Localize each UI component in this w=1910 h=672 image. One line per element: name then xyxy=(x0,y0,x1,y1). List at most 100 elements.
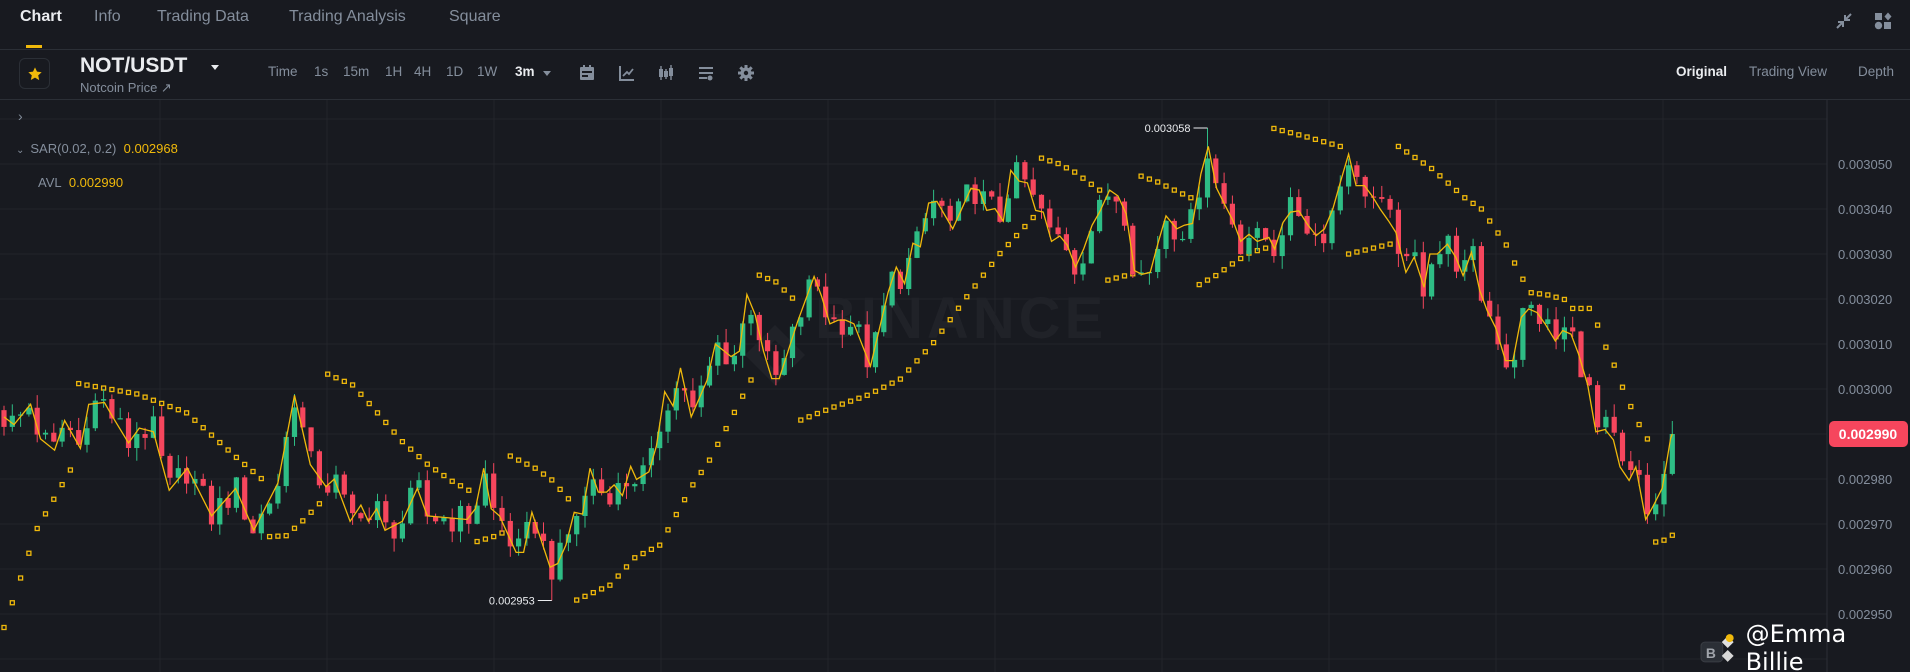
sar-dot xyxy=(980,272,987,278)
sar-dot xyxy=(1013,232,1020,239)
sar-dot xyxy=(1470,200,1476,207)
sar-legend[interactable]: ⌄ SAR(0.02, 0.2) 0.002968 xyxy=(16,141,178,156)
sar-dot xyxy=(167,403,173,410)
sar-dot xyxy=(1570,305,1576,312)
indicator-chart-icon[interactable] xyxy=(618,64,636,82)
candle-down xyxy=(358,513,364,519)
sar-dot xyxy=(831,404,837,410)
sar-dot xyxy=(308,509,314,515)
candle-down xyxy=(208,485,215,525)
candle-down xyxy=(167,455,173,478)
candle-down xyxy=(1387,198,1393,210)
candle-down xyxy=(1453,235,1460,272)
expand-legend-chevron-icon[interactable]: › xyxy=(18,108,23,124)
sar-dot xyxy=(1030,214,1036,221)
candlestick-chart[interactable]: BINANCE 0.003058 0.002953 0.003050 0.00304… xyxy=(0,100,1910,672)
sar-dot xyxy=(383,419,389,426)
candle-down xyxy=(1072,250,1078,275)
sar-dot xyxy=(9,600,15,606)
candle-down xyxy=(947,205,953,221)
sar-dot xyxy=(416,453,422,460)
candle-up xyxy=(731,355,737,365)
candle-down xyxy=(51,432,57,442)
sar-dot xyxy=(1096,187,1103,193)
sar-dot xyxy=(1536,291,1543,297)
tab-trading-analysis[interactable]: Trading Analysis xyxy=(289,8,406,26)
coin-price-link[interactable]: Notcoin Price ↗ xyxy=(80,80,172,96)
view-trading-view[interactable]: Trading View xyxy=(1749,64,1827,79)
interval-3m-dropdown[interactable]: 3m xyxy=(515,64,535,79)
tab-trading-data[interactable]: Trading Data xyxy=(157,8,249,26)
calendar-icon[interactable] xyxy=(578,64,596,82)
interval-1h[interactable]: 1H xyxy=(385,64,402,79)
sar-indicator-dots xyxy=(1,125,1675,631)
avl-legend[interactable]: AVL 0.002990 xyxy=(38,175,123,190)
candle-up xyxy=(84,428,90,445)
candlestick-type-icon[interactable] xyxy=(657,64,675,82)
sar-dot xyxy=(84,382,90,388)
display-settings-icon[interactable] xyxy=(697,64,715,82)
candle-up xyxy=(1346,165,1352,187)
layout-widgets-icon[interactable] xyxy=(1873,11,1893,31)
interval-time[interactable]: Time xyxy=(268,64,298,79)
interval-1s[interactable]: 1s xyxy=(314,64,328,79)
sar-dot xyxy=(1138,173,1144,179)
interval-1d[interactable]: 1D xyxy=(446,64,463,79)
candle-down xyxy=(499,507,505,521)
binance-watermark: BINANCE xyxy=(745,286,1103,385)
candle-down xyxy=(831,317,837,320)
sar-dot xyxy=(408,446,414,452)
sar-dot xyxy=(283,533,289,539)
interval-1w[interactable]: 1W xyxy=(477,64,497,79)
sar-dot xyxy=(1105,277,1111,283)
view-depth[interactable]: Depth xyxy=(1858,64,1894,79)
sar-dot xyxy=(1213,272,1219,279)
sar-dot xyxy=(349,382,356,388)
sar-dot xyxy=(59,481,65,488)
sar-dot xyxy=(1644,436,1651,442)
tab-square[interactable]: Square xyxy=(449,8,501,26)
candle-up xyxy=(1287,197,1294,236)
sar-dot xyxy=(557,486,563,493)
sar-dot xyxy=(291,525,298,531)
pair-dropdown-caret-icon[interactable] xyxy=(211,65,219,70)
sar-dot xyxy=(615,573,621,579)
favorite-button[interactable] xyxy=(19,58,50,89)
sar-dot xyxy=(424,461,430,467)
gear-icon[interactable] xyxy=(737,64,755,82)
sar-dot xyxy=(889,380,895,386)
sar-dot xyxy=(1088,181,1094,187)
tab-info[interactable]: Info xyxy=(94,8,121,26)
sar-dot xyxy=(756,272,762,278)
collapse-chevron-icon[interactable]: ⌄ xyxy=(16,145,24,156)
interval-caret-icon[interactable] xyxy=(543,71,551,76)
candle-up xyxy=(889,271,895,306)
view-original[interactable]: Original xyxy=(1676,64,1727,79)
sar-dot xyxy=(374,410,381,416)
sar-dot xyxy=(1362,247,1368,253)
sar-dot xyxy=(1379,243,1385,249)
interval-4h[interactable]: 4H xyxy=(414,64,431,79)
sar-dot xyxy=(391,429,397,435)
sar-dot xyxy=(275,533,281,539)
sar-dot xyxy=(1179,191,1186,197)
sar-dot xyxy=(1047,158,1053,164)
sar-dot xyxy=(640,550,646,557)
sar-dot xyxy=(117,388,123,394)
sar-dot xyxy=(1146,176,1153,182)
candle-down xyxy=(1420,252,1426,297)
sar-dot xyxy=(1462,195,1468,201)
interval-15m[interactable]: 15m xyxy=(343,64,369,79)
sar-dot xyxy=(922,349,928,355)
candle-up xyxy=(856,324,862,327)
candle-down xyxy=(1628,461,1634,470)
sar-dot xyxy=(175,407,181,413)
tab-chart[interactable]: Chart xyxy=(20,8,62,26)
sar-dot xyxy=(1636,421,1642,428)
pair-title[interactable]: NOT/USDT xyxy=(80,54,187,78)
price-axis[interactable]: 0.003050 0.003040 0.003030 0.003020 0.003010… xyxy=(1838,157,1892,622)
sar-dot xyxy=(1080,175,1086,181)
collapse-icon[interactable] xyxy=(1834,11,1854,31)
sar-dot xyxy=(1578,305,1584,312)
candle-up xyxy=(267,503,273,514)
